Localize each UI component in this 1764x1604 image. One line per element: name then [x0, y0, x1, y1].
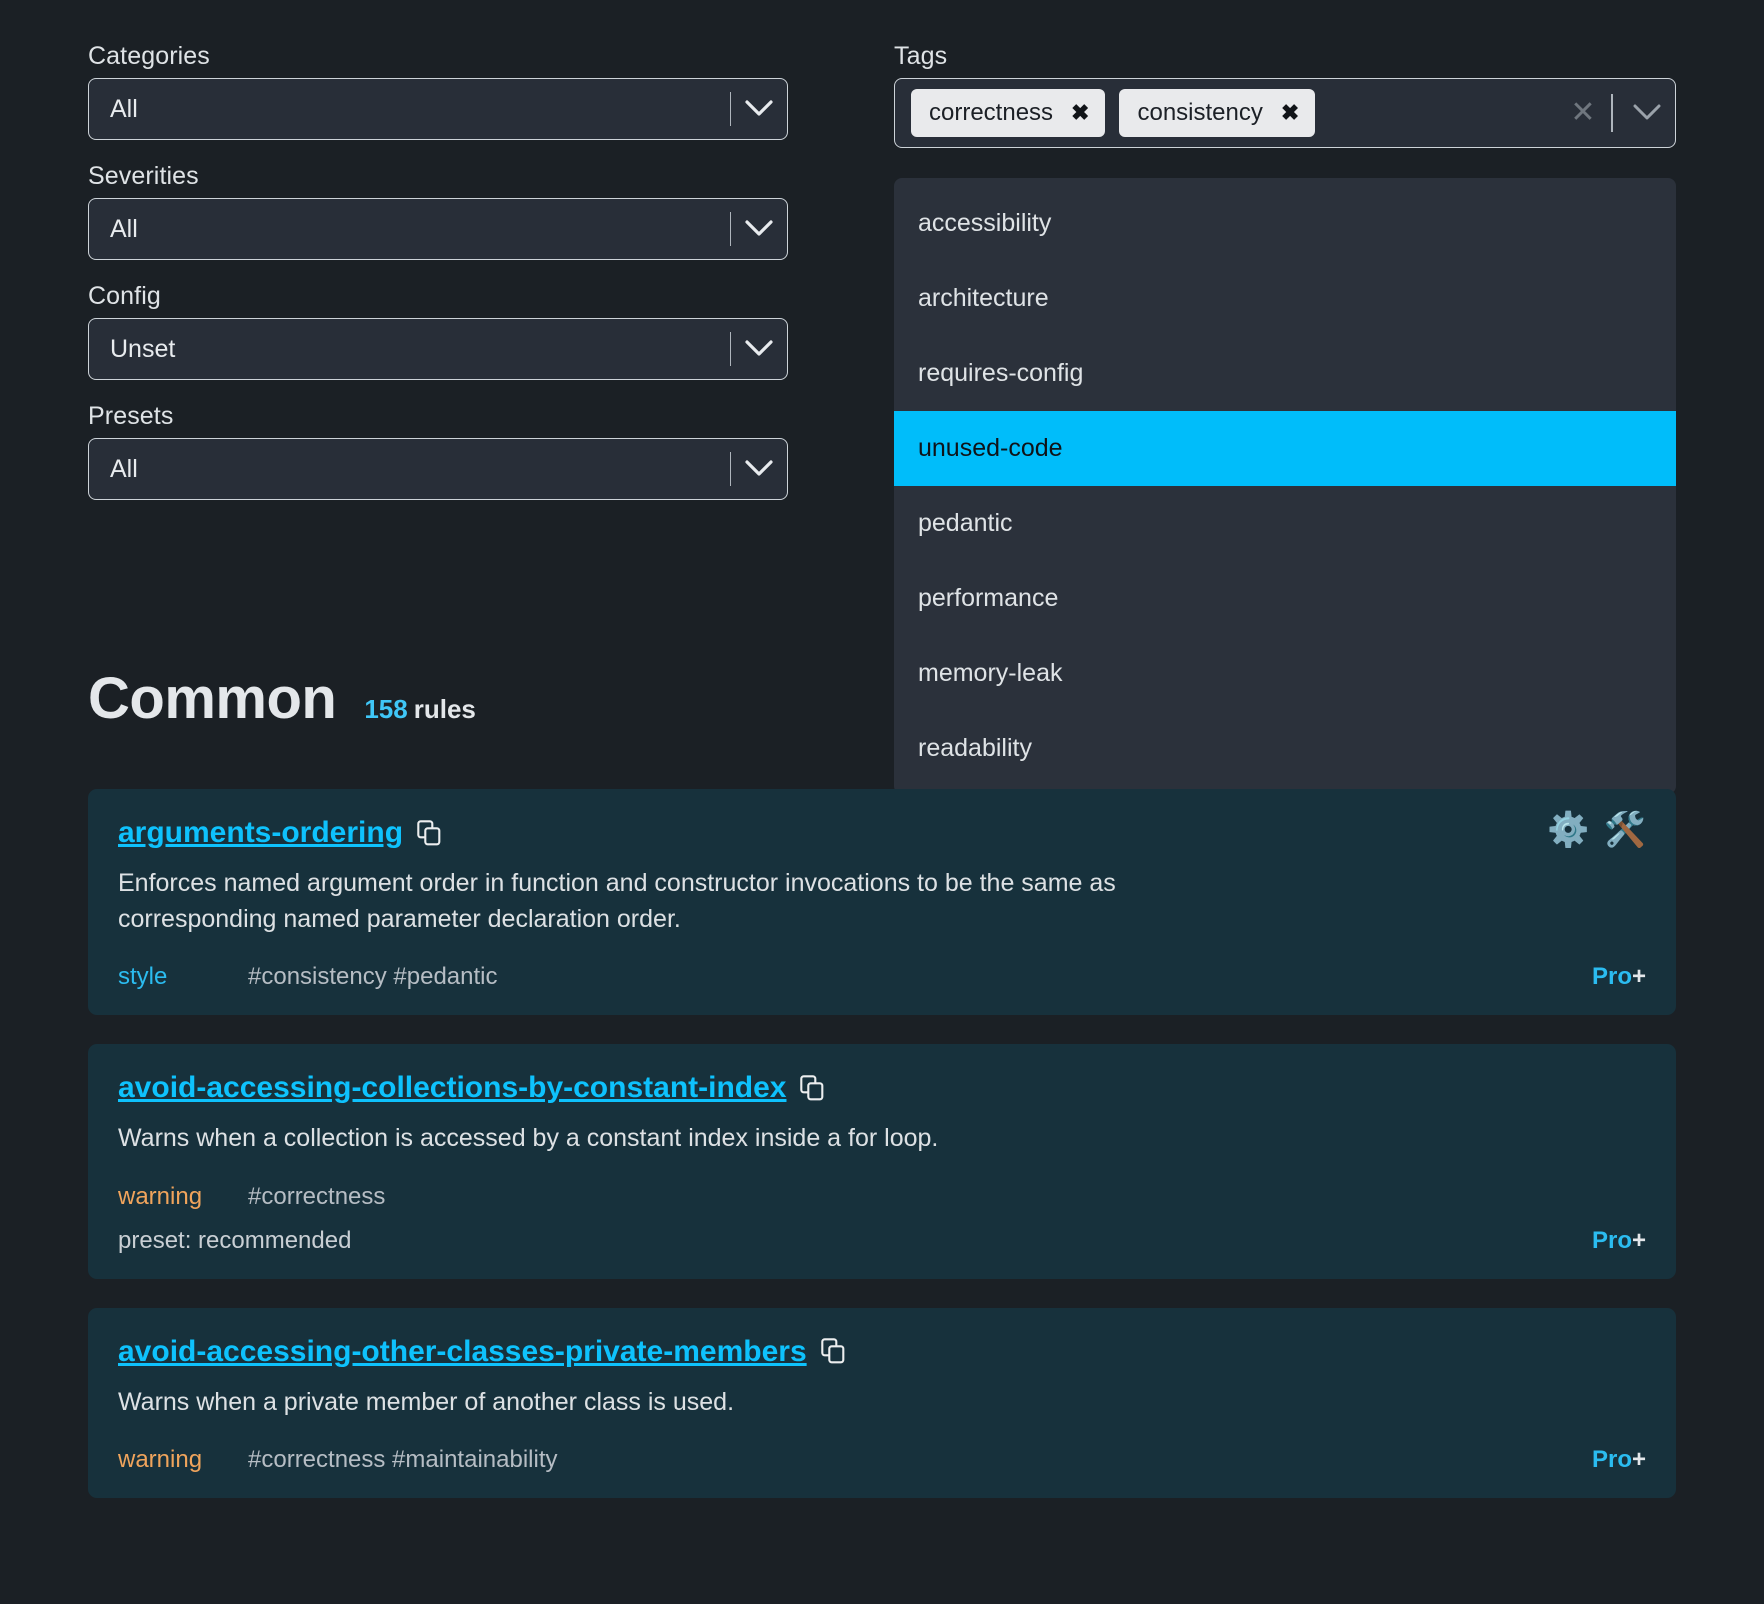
copy-icon[interactable]	[417, 819, 441, 846]
rule-meta-row: warning #correctness #maintainability	[118, 1448, 1646, 1472]
filter-severities: Severities All	[88, 164, 788, 260]
categories-select[interactable]: All	[88, 78, 788, 140]
pro-badge-text: Pro	[1591, 963, 1632, 990]
section-heading: Common 158 rules	[88, 670, 476, 728]
rule-name-link[interactable]: arguments-ordering	[118, 816, 403, 849]
rule-meta-row: style #consistency #pedantic	[118, 965, 1646, 989]
rule-name-link[interactable]: avoid-accessing-collections-by-constant-…	[118, 1071, 786, 1104]
tag-chip[interactable]: correctness ✖	[911, 89, 1106, 137]
pro-badge-text: Pro	[1591, 1446, 1632, 1473]
chevron-down-icon[interactable]	[731, 460, 787, 478]
tags-option-architecture[interactable]: architecture	[894, 261, 1676, 336]
config-label: Config	[88, 282, 161, 310]
rules-browser-page: Categories All Severities All Config Uns…	[0, 0, 1764, 1604]
tags-option-memory-leak[interactable]: memory-leak	[894, 636, 1676, 711]
tag-chip-label: consistency	[1137, 99, 1263, 126]
rule-tags: #correctness	[248, 1182, 386, 1210]
rule-description: Warns when a collection is accessed by a…	[118, 1124, 939, 1152]
tags-multiselect[interactable]: correctness ✖ consistency ✖ ✕	[894, 78, 1676, 148]
pro-badge-text: Pro	[1591, 1226, 1632, 1254]
severity-badge: warning	[118, 1446, 203, 1473]
presets-select[interactable]: All	[88, 438, 788, 500]
presets-value: All	[110, 454, 138, 483]
rule-title-row: arguments-ordering	[118, 816, 1646, 849]
severity-badge: style	[118, 963, 168, 990]
rule-card[interactable]: arguments-ordering ⚙️ 🛠️ Enforces named …	[88, 789, 1676, 1015]
rule-description: Warns when a private member of another c…	[118, 1387, 735, 1416]
rule-meta-row: warning #correctness	[118, 1182, 1646, 1210]
filter-categories: Categories All	[88, 44, 788, 140]
filters-right-column: Tags correctness ✖ consistency ✖ ✕	[894, 44, 1676, 148]
page-title: Common	[88, 666, 337, 731]
rule-description: Enforces named argument order in functio…	[118, 869, 1116, 933]
filter-config: Config Unset	[88, 284, 788, 380]
rule-count-unit: rules	[413, 694, 476, 724]
chevron-down-icon[interactable]	[731, 340, 787, 358]
severities-select[interactable]: All	[88, 198, 788, 260]
tags-option-pedantic[interactable]: pedantic	[894, 486, 1676, 561]
chevron-down-icon[interactable]	[731, 100, 787, 118]
pro-badge-plus: +	[1631, 1226, 1646, 1254]
clear-all-icon[interactable]: ✕	[1559, 98, 1607, 128]
severities-label: Severities	[88, 162, 199, 190]
rule-preset: preset: recommended	[118, 1226, 352, 1254]
chevron-down-icon[interactable]	[1619, 104, 1675, 122]
rule-title-row: avoid-accessing-other-classes-private-me…	[118, 1335, 1646, 1368]
pro-badge: Pro+	[1592, 1448, 1646, 1472]
tag-chip[interactable]: consistency ✖	[1119, 89, 1316, 137]
pro-badge-plus: +	[1631, 1446, 1646, 1473]
rule-name-link[interactable]: avoid-accessing-other-classes-private-me…	[118, 1335, 807, 1368]
pro-badge-plus: +	[1631, 963, 1646, 990]
rule-count-number: 158	[364, 694, 408, 724]
filters-left-column: Categories All Severities All Config Uns…	[88, 44, 788, 524]
copy-icon[interactable]	[800, 1074, 824, 1101]
tags-chip-list: correctness ✖ consistency ✖	[911, 89, 1559, 137]
tags-divider	[1611, 94, 1613, 132]
config-select[interactable]: Unset	[88, 318, 788, 380]
pro-badge: Pro+	[1591, 1226, 1646, 1254]
severity-badge: warning	[118, 1182, 203, 1210]
close-icon[interactable]: ✖	[1281, 102, 1299, 124]
chevron-down-icon[interactable]	[731, 220, 787, 238]
categories-label: Categories	[88, 42, 210, 70]
severities-value: All	[110, 214, 138, 243]
presets-label: Presets	[88, 402, 174, 430]
rule-title-row: avoid-accessing-collections-by-constant-…	[118, 1071, 1646, 1104]
tags-label: Tags	[894, 42, 948, 70]
tags-option-requires-config[interactable]: requires-config	[894, 336, 1676, 411]
filter-presets: Presets All	[88, 404, 788, 500]
config-value: Unset	[110, 334, 176, 363]
tag-chip-label: correctness	[929, 99, 1054, 126]
rule-action-icons: ⚙️ 🛠️	[1547, 813, 1646, 847]
rule-card[interactable]: avoid-accessing-other-classes-private-me…	[88, 1307, 1676, 1498]
close-icon[interactable]: ✖	[1071, 102, 1089, 124]
rule-tags: #correctness #maintainability	[248, 1446, 558, 1473]
categories-value: All	[110, 94, 138, 123]
tags-option-performance[interactable]: performance	[894, 561, 1676, 636]
tags-dropdown-menu[interactable]: accessibility architecture requires-conf…	[894, 178, 1676, 794]
tools-icon[interactable]: 🛠️	[1604, 813, 1646, 847]
copy-icon[interactable]	[820, 1338, 845, 1364]
gear-icon[interactable]: ⚙️	[1547, 813, 1589, 847]
rule-count: 158 rules	[364, 696, 476, 722]
rule-card-list: arguments-ordering ⚙️ 🛠️ Enforces named …	[88, 789, 1676, 1527]
rule-tags: #consistency #pedantic	[248, 963, 498, 990]
rule-card[interactable]: avoid-accessing-collections-by-constant-…	[88, 1044, 1676, 1279]
tags-option-unused-code[interactable]: unused-code	[894, 411, 1676, 486]
pro-badge: Pro+	[1592, 965, 1646, 989]
tags-option-accessibility[interactable]: accessibility	[894, 186, 1676, 261]
tags-option-readability[interactable]: readability	[894, 711, 1676, 786]
